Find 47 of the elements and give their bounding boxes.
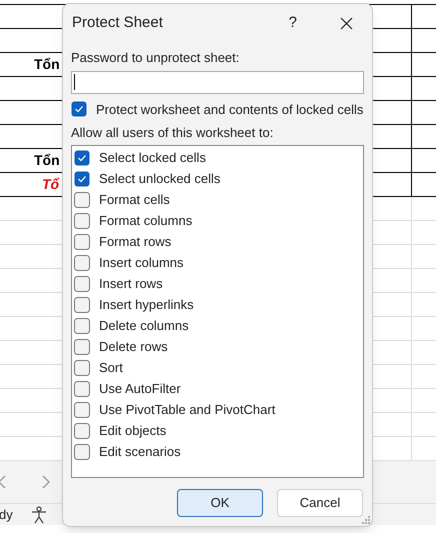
section-label: Allow all users of this worksheet to: [71,124,274,142]
checkbox[interactable] [74,423,90,439]
option-label[interactable]: Insert rows [99,274,163,294]
checkbox[interactable] [74,381,90,397]
option-label[interactable]: Use PivotTable and PivotChart [99,400,276,420]
checkbox[interactable] [74,339,90,355]
help-button[interactable]: ? [288,12,297,34]
cancel-button[interactable]: Cancel [277,488,363,516]
cell-text: Tổn [34,55,60,74]
checkbox[interactable] [74,318,90,334]
ok-button[interactable]: OK [177,488,263,516]
password-field[interactable] [71,70,364,94]
option-label[interactable]: Sort [99,358,123,378]
checkbox[interactable] [71,101,87,118]
checkbox-label[interactable]: Protect worksheet and contents of locked cells [96,100,364,119]
checkbox[interactable] [74,234,90,250]
previous-sheet-icon[interactable] [0,475,6,489]
option-label[interactable]: Delete rows [99,337,168,357]
option-label[interactable]: Insert hyperlinks [99,295,194,315]
cell-text: Tổn [34,151,60,170]
option-label[interactable]: Edit scenarios [99,442,181,462]
field-label: Password to unprotect sheet: [71,49,240,67]
checkbox[interactable] [74,297,90,313]
checkbox[interactable] [74,444,90,460]
option-label[interactable]: Select locked cells [99,148,206,168]
checkbox[interactable] [74,360,90,376]
dialog-title: Protect Sheet [72,12,163,33]
option-label[interactable]: Delete columns [99,316,189,336]
accessibility-icon[interactable] [30,506,48,524]
option-label[interactable]: Use AutoFilter [99,379,181,399]
option-label[interactable]: Format rows [99,232,172,252]
cell-text: Tổ [42,175,60,194]
resize-grip-icon[interactable] [361,515,371,525]
option-label[interactable]: Format cells [99,190,170,210]
close-icon[interactable] [340,16,353,30]
option-label[interactable]: Insert columns [99,253,184,273]
checkbox[interactable] [74,255,90,271]
checkbox[interactable] [74,171,90,187]
checkbox[interactable] [74,150,90,166]
checkbox[interactable] [74,192,90,208]
option-label[interactable]: Format columns [99,211,192,231]
checkbox[interactable] [74,402,90,418]
option-label[interactable]: Select unlocked cells [99,169,220,189]
checkbox[interactable] [74,213,90,229]
checkbox[interactable] [74,276,90,292]
next-sheet-icon[interactable] [42,475,50,489]
option-label[interactable]: Edit objects [99,421,166,441]
